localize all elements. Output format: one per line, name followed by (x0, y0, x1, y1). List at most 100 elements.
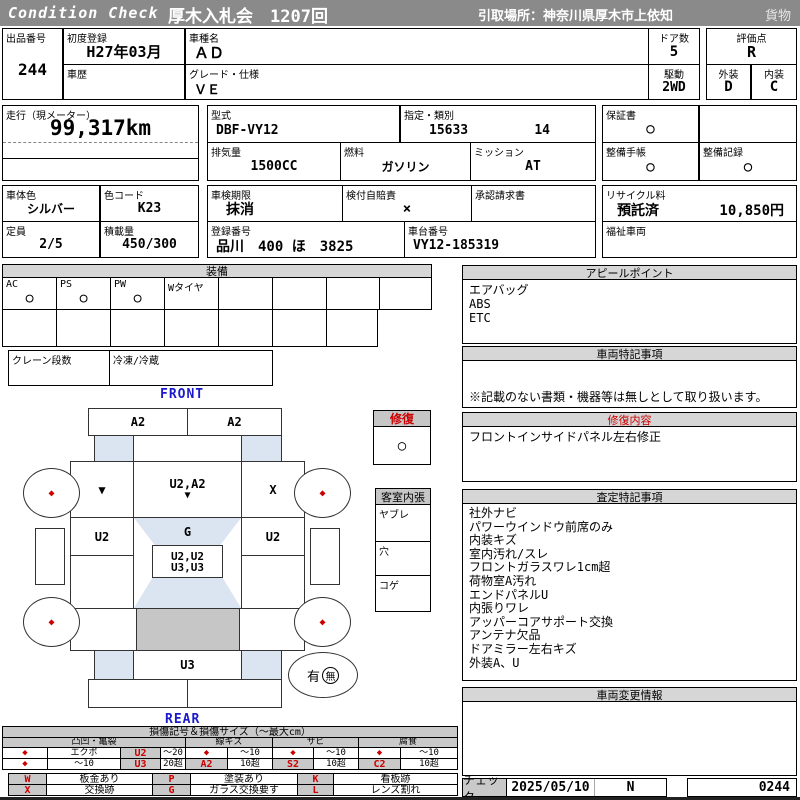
equipment-cell-empty (56, 309, 111, 347)
rear-left-wheel: ◆ (23, 597, 80, 647)
damage-code: G (183, 525, 192, 539)
damage-code: U2,U2 (170, 549, 205, 563)
diamond-marker-icon: ◆ (48, 487, 55, 499)
sheet-number-cell: 0244 (687, 778, 797, 797)
assessment-line: 外装A、U (469, 655, 520, 670)
cargo-floor-panel (136, 608, 240, 651)
auction-title: 厚木入札会 1207回 (168, 7, 328, 27)
legend-code: U3 (134, 758, 147, 770)
tear-label: ヤブレ (379, 510, 409, 521)
chassis-number-cell: 車台番号 VY12-185319 (404, 221, 596, 258)
model-code-cell: 型式 DBF-VY12 (207, 105, 400, 143)
equipment-value: ○ (133, 291, 142, 306)
score-cell: 評価点 R (706, 28, 797, 65)
legend-corrosion-code2: C2 (358, 758, 401, 770)
approval-cell: 承認請求書 (471, 185, 596, 222)
legend-group-label: サビ (306, 737, 325, 747)
legend-code: S2 (286, 758, 300, 770)
transmission-cell: ミッション AT (470, 142, 596, 181)
legend-text: エクボ (70, 747, 98, 758)
legend-text: 20超 (163, 758, 183, 769)
body-color-cell: 車体色 シルバー (2, 185, 100, 222)
cabin-lining-burn-cell: コゲ (375, 575, 431, 612)
rear-bumper-left-panel (88, 679, 188, 708)
legend-desc-g: ガラス交換要す (190, 784, 298, 796)
legend-code: C2 (373, 758, 386, 770)
legend-text: ～10 (240, 747, 260, 758)
equipment-cell-empty (272, 277, 327, 310)
equipment-cell-empty (326, 309, 378, 347)
assessment-notes-header: 査定特記事項 (462, 489, 797, 504)
rear-bumper-right-panel (187, 679, 282, 708)
rear-panel: U3 (133, 650, 242, 680)
exterior-grade-value: D (724, 79, 733, 95)
load-capacity-value: 450/300 (122, 237, 177, 252)
capacity-value: 2/5 (39, 237, 63, 252)
legend-corrosion-size2: 10超 (400, 758, 458, 770)
repair-details-header: 修復内容 (462, 412, 797, 427)
lot-number-value: 244 (18, 59, 47, 79)
sheet-number-value: 0244 (758, 780, 790, 795)
capacity-cell: 定員 2/5 (2, 221, 100, 258)
diamond-marker-icon: ◆ (22, 747, 28, 758)
legend-rust-size2: 10超 (313, 758, 359, 770)
drive-value: 2WD (662, 79, 686, 95)
color-code-cell: 色コード K23 (100, 185, 199, 222)
legend-scratch-size2: 10超 (227, 758, 273, 770)
equipment-header: 装備 (2, 264, 432, 278)
assessment-line: アンテナ欠品 (469, 628, 541, 643)
check-label: チェック (463, 772, 500, 800)
legend-text: ～10 (74, 758, 94, 769)
history-value (64, 65, 184, 99)
exterior-grade-cell: 外装 D (706, 64, 751, 100)
legend-title: 損傷記号＆損傷サイズ（～最大cm） (149, 726, 311, 738)
fuel-cell: 燃料 ガソリン (340, 142, 471, 181)
front-right-wheel: ◆ (294, 468, 351, 518)
hood-panel: U2,A2 ▼ (133, 461, 242, 518)
equipment-cell-empty (164, 309, 219, 347)
legend-rust-code2: S2 (272, 758, 314, 770)
interior-grade-cell: 内装 C (751, 64, 797, 100)
legend-text: 看板跡 (380, 773, 411, 785)
change-info-header: 車両変更情報 (462, 687, 797, 702)
insurance-value: × (402, 200, 412, 217)
appeal-points-body: エアバッグ ABS ETC (462, 279, 797, 344)
rear-corner-right-panel (241, 650, 282, 680)
body-color-value: シルバー (26, 202, 75, 216)
legend-code-x: X (8, 784, 47, 796)
recycle-fee-value: 10,850円 (719, 202, 784, 219)
rear-corner-left-panel (94, 650, 134, 680)
cabin-lining-tear-cell: ヤブレ (375, 504, 431, 542)
doors-value: 5 (669, 43, 679, 60)
brand-logo: Condition Check (8, 4, 159, 22)
check-date-value: 2025/05/10 (507, 779, 595, 796)
legend-text: 塗装あり (224, 773, 264, 785)
registration-number-cell: 登録番号 品川 400 ほ 3825 (207, 221, 405, 258)
repair-flag-title: 修復 (389, 412, 414, 426)
left-sill-panel (35, 528, 65, 585)
score-value: R (746, 42, 757, 61)
maintenance-book-value: ○ (646, 158, 655, 175)
equipment-cell-empty (379, 277, 432, 310)
repair-detail-line: フロントインサイドパネル左右修正 (469, 430, 662, 444)
legend-code: L (312, 784, 319, 796)
right-door-panel: U2 (241, 517, 305, 556)
repair-flag-header: 修復 (373, 410, 431, 427)
grade-value: ＶＥ (194, 82, 221, 98)
assessment-line: エンドパネルU (469, 587, 549, 602)
legend-text: 10超 (419, 758, 439, 769)
assessment-line: ドアミラー左右キズ (469, 641, 577, 656)
grade-cell: グレード・仕様 ＶＥ (185, 64, 649, 100)
appeal-line: エアバッグ (469, 283, 529, 297)
left-rear-corner-panel (70, 608, 137, 651)
damage-code: U2 (265, 529, 281, 544)
damage-symbol: ▼ (98, 482, 106, 497)
assessment-line: 荷物室A汚れ (469, 573, 537, 588)
approval-value (472, 186, 595, 221)
mileage-value: 99,317km (49, 116, 152, 140)
inspection-cell: 車検期限 抹消 (207, 185, 343, 222)
diamond-marker-icon: ◆ (203, 747, 210, 758)
equipment-value: ○ (79, 291, 88, 306)
legend-dent-code2: U3 (120, 758, 161, 770)
cabin-lining-header: 客室内張 (375, 488, 431, 505)
